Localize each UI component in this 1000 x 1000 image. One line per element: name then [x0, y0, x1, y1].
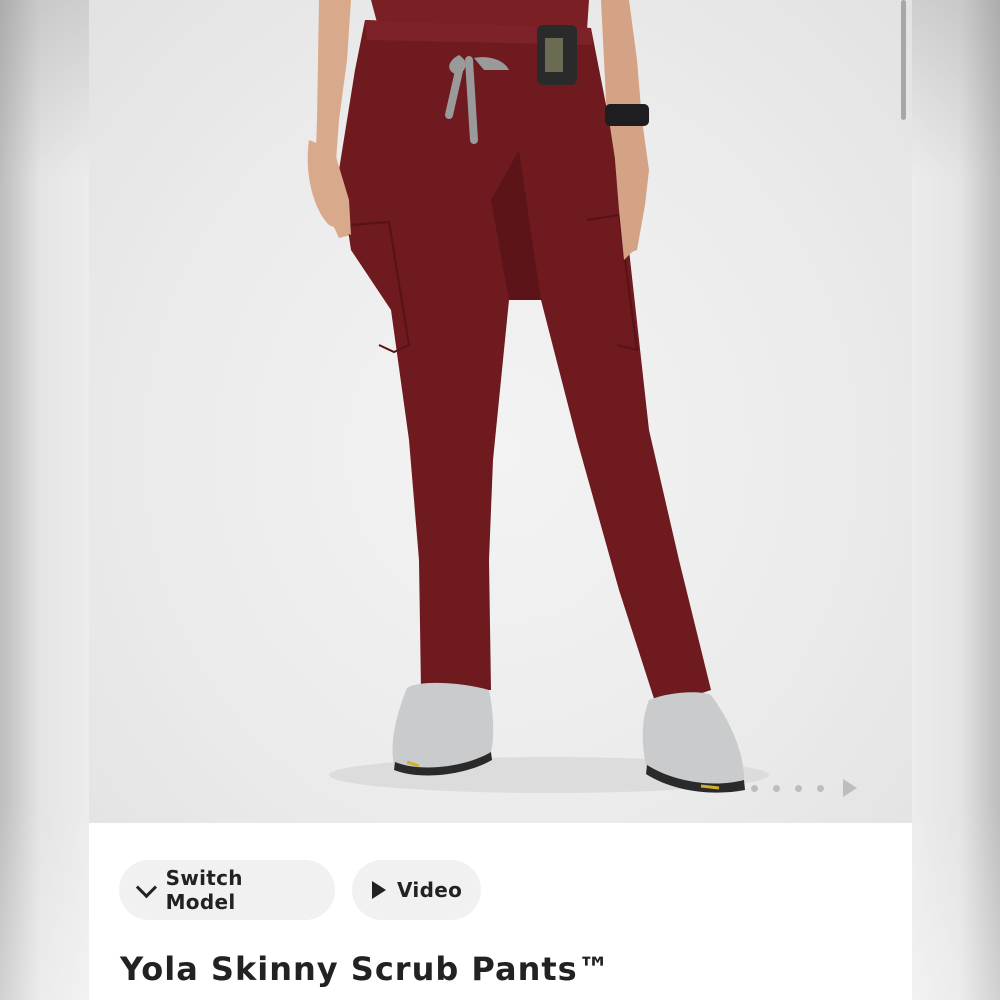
pagination-dot[interactable] [795, 784, 802, 792]
pagination-dot[interactable] [817, 784, 824, 792]
switch-model-button[interactable]: Switch Model [119, 860, 335, 920]
product-photo [307, 0, 769, 793]
chevron-down-icon [135, 876, 157, 898]
product-image-gallery[interactable] [89, 0, 912, 823]
scrollbar[interactable] [901, 0, 906, 120]
next-arrow-icon[interactable] [843, 779, 857, 797]
product-title: Yola Skinny Scrub Pants™ [120, 950, 611, 988]
media-actions: Switch Model Video [119, 860, 481, 920]
switch-model-label: Switch Model [165, 866, 243, 914]
pagination-dot[interactable] [773, 784, 780, 792]
product-page: Switch Model Video Yola Skinny Scrub Pan… [89, 0, 912, 1000]
pagination-dot[interactable] [751, 784, 758, 792]
video-label: Video [397, 878, 463, 902]
gallery-pagination [751, 778, 857, 798]
video-button[interactable]: Video [352, 860, 481, 920]
play-icon [372, 881, 386, 899]
